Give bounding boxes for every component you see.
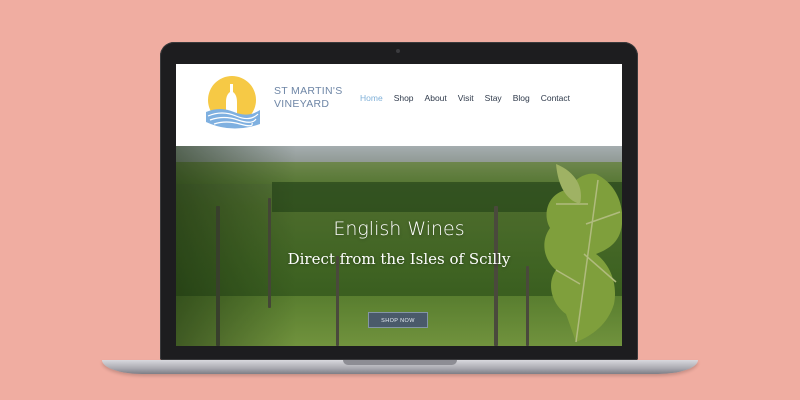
main-nav: Home Shop About Visit Stay Blog Contact	[360, 93, 581, 103]
laptop-screen: ST MARTIN'S VINEYARD Home Shop About Vis…	[176, 64, 622, 346]
nav-contact[interactable]: Contact	[541, 93, 570, 103]
hero-banner: English Wines Direct from the Isles of S…	[176, 146, 622, 346]
laptop-lid: ST MARTIN'S VINEYARD Home Shop About Vis…	[160, 42, 638, 360]
nav-about[interactable]: About	[425, 93, 447, 103]
camera-icon	[396, 49, 400, 53]
nav-blog[interactable]: Blog	[513, 93, 530, 103]
brand-line-2: VINEYARD	[274, 98, 330, 110]
nav-home[interactable]: Home	[360, 93, 383, 103]
hero-subtitle: Direct from the Isles of Scilly	[287, 250, 511, 268]
shop-now-button[interactable]: SHOP NOW	[368, 312, 428, 328]
nav-shop[interactable]: Shop	[394, 93, 414, 103]
sun-bottle-waves-logo[interactable]	[200, 72, 264, 136]
nav-stay[interactable]: Stay	[485, 93, 502, 103]
laptop-notch	[343, 360, 457, 365]
site-header: ST MARTIN'S VINEYARD Home Shop About Vis…	[176, 64, 622, 146]
brand-line-1: ST MARTIN'S	[274, 85, 343, 97]
nav-visit[interactable]: Visit	[458, 93, 474, 103]
hero-title: English Wines	[333, 218, 465, 240]
brand-name[interactable]: ST MARTIN'S VINEYARD	[274, 85, 343, 111]
